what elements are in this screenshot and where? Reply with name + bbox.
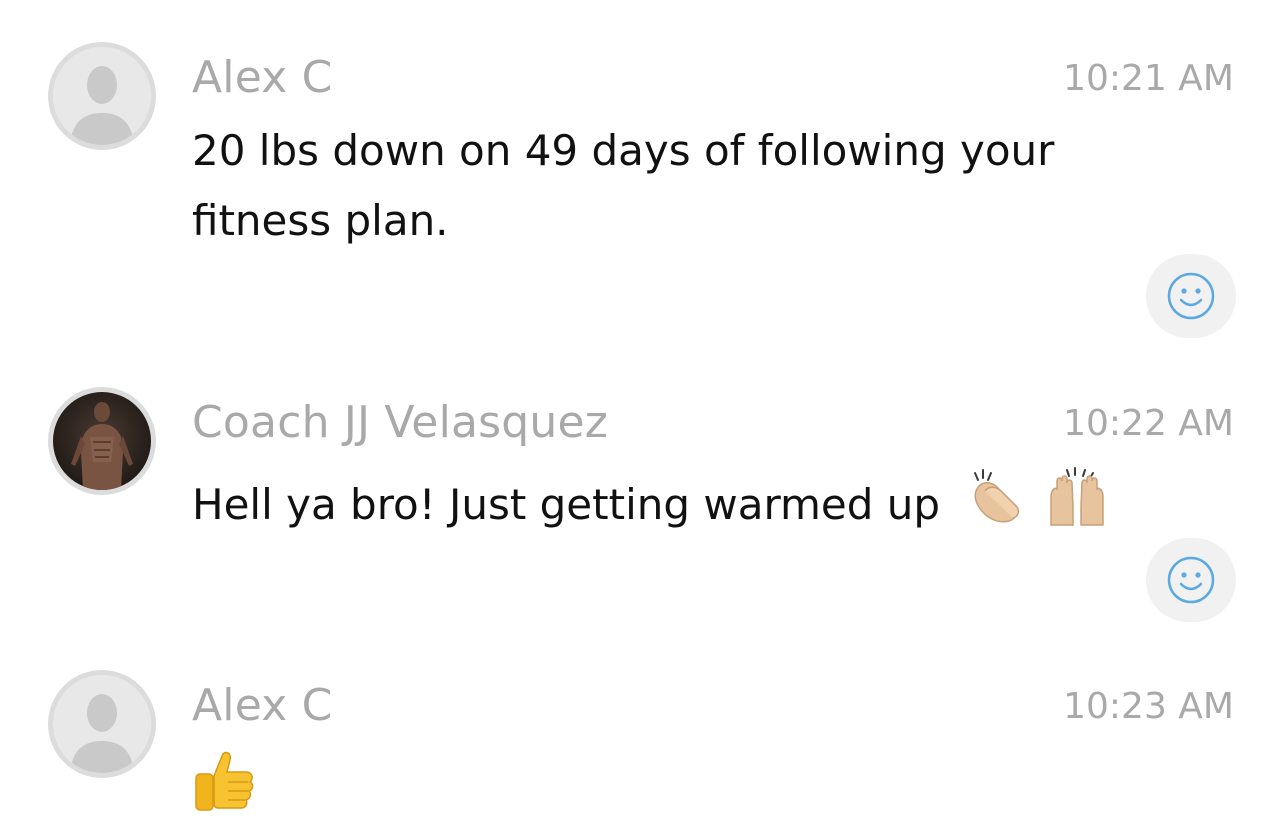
message-emoji-row <box>192 748 1152 823</box>
smiley-face-icon <box>1167 272 1215 320</box>
default-user-silhouette-icon <box>53 47 151 145</box>
message-item: Coach JJ Velasquez 10:22 AM Hell ya bro!… <box>0 345 1284 675</box>
message-timestamp: 10:23 AM <box>1063 686 1234 727</box>
add-reaction-button[interactable] <box>1146 254 1236 338</box>
message-author: Coach JJ Velasquez <box>192 397 609 448</box>
user-avatar[interactable] <box>48 42 156 150</box>
message-text-row: Hell ya bro! Just getting warmed up <box>192 467 1152 548</box>
message-item: Alex C 10:23 AM <box>0 628 1284 823</box>
message-author: Alex C <box>192 680 333 731</box>
message-timestamp: 10:21 AM <box>1063 58 1234 99</box>
message-thread: Alex C 10:21 AM 20 lbs down on 49 days o… <box>0 0 1284 823</box>
smiley-face-icon <box>1167 556 1215 604</box>
raising-hands-icon <box>1045 467 1109 548</box>
coach-avatar[interactable] <box>48 387 156 495</box>
default-user-silhouette-icon <box>53 675 151 773</box>
message-timestamp: 10:22 AM <box>1063 403 1234 444</box>
message-text: 20 lbs down on 49 days of following your… <box>192 126 1055 245</box>
user-avatar[interactable] <box>48 670 156 778</box>
message-author: Alex C <box>192 52 333 103</box>
coach-photo-avatar <box>53 392 151 490</box>
add-reaction-button[interactable] <box>1146 538 1236 622</box>
clapping-hands-icon <box>967 467 1029 548</box>
message-item: Alex C 10:21 AM 20 lbs down on 49 days o… <box>0 0 1284 345</box>
message-text: Hell ya bro! Just getting warmed up <box>192 480 941 529</box>
thumbs-up-icon <box>192 748 256 823</box>
